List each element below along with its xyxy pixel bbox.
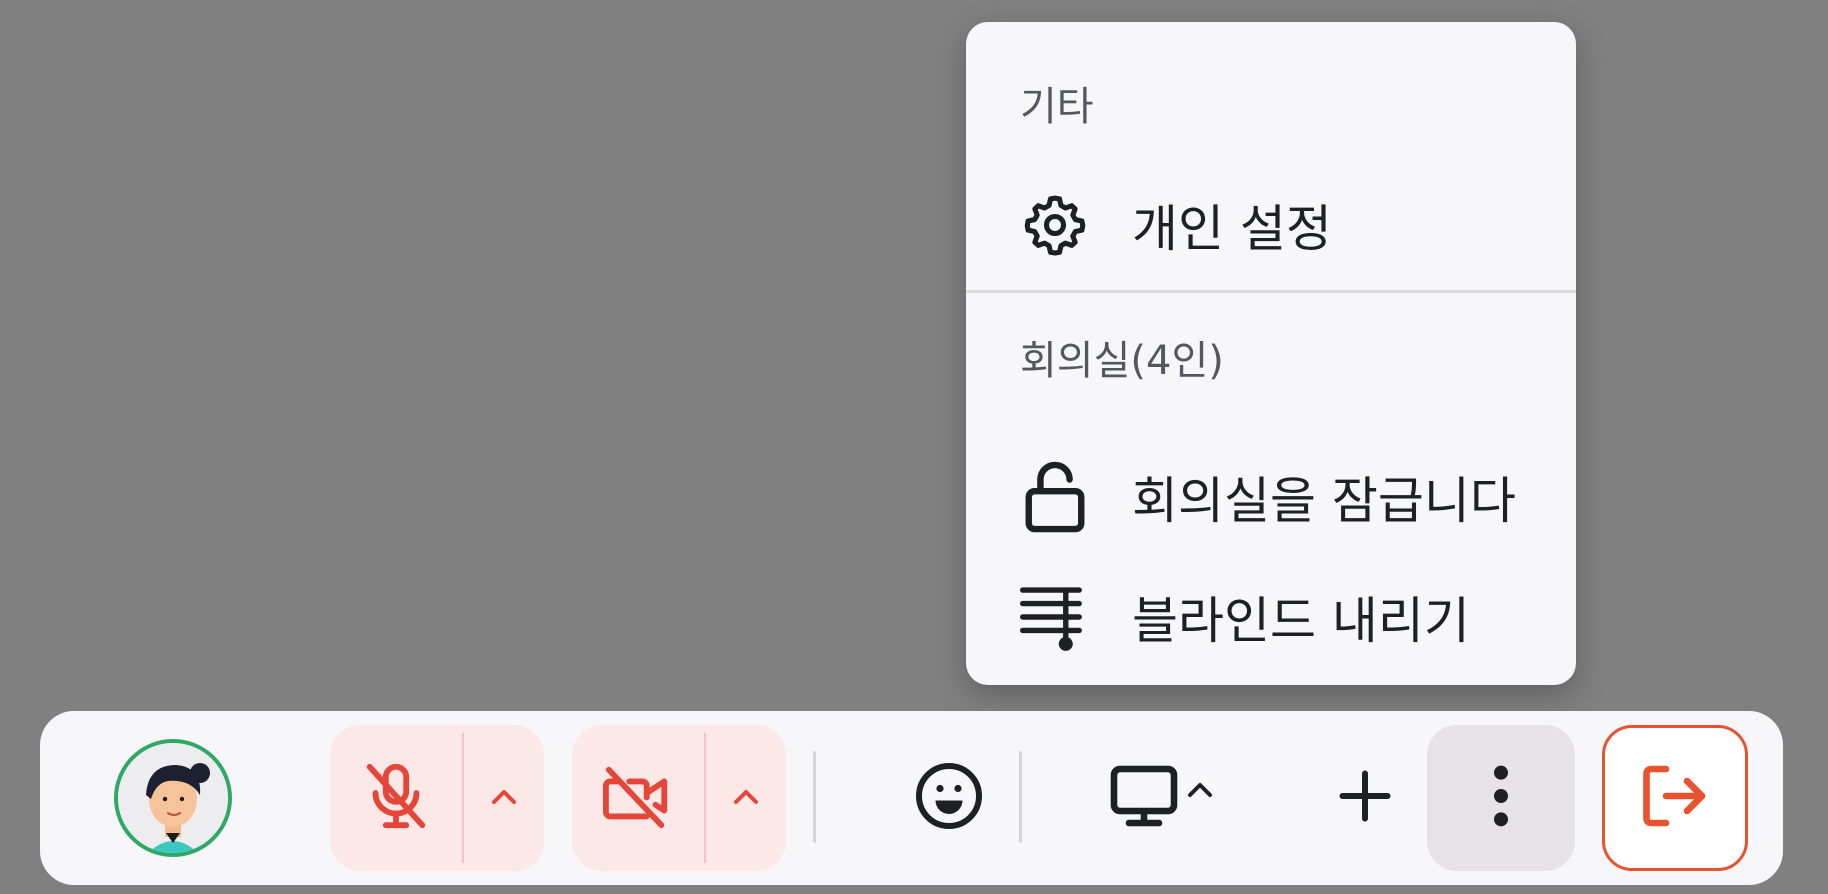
camera-toggle-button[interactable] — [572, 725, 704, 871]
meeting-toolbar — [40, 711, 1783, 885]
monitor-icon — [1106, 763, 1182, 833]
menu-item-label: 개인 설정 — [1132, 200, 1332, 258]
camera-control — [572, 725, 786, 871]
gear-icon — [1020, 190, 1090, 260]
add-button[interactable] — [1292, 725, 1438, 871]
camera-options-button[interactable] — [706, 725, 786, 871]
section-title-room: 회의실(4인) — [1020, 338, 1224, 384]
screen-share-button[interactable] — [1080, 725, 1240, 871]
reaction-button[interactable] — [876, 725, 1022, 871]
menu-item-lock-room[interactable]: 회의실을 잠급니다 — [1020, 452, 1540, 542]
user-avatar[interactable] — [114, 739, 232, 857]
mic-control — [330, 725, 544, 871]
chevron-up-icon — [490, 786, 518, 810]
more-options-button[interactable] — [1427, 725, 1575, 871]
mic-off-icon — [360, 758, 432, 838]
unlock-icon — [1020, 461, 1090, 533]
mic-toggle-button[interactable] — [330, 725, 462, 871]
more-options-menu: 기타 개인 설정 회의실(4인) 회의실을 잠급니다 블라인드 내리기 — [966, 22, 1576, 685]
chevron-up-icon — [732, 786, 760, 810]
emoji-icon — [913, 760, 985, 836]
more-vertical-icon — [1491, 761, 1511, 835]
blind-icon — [1020, 582, 1090, 652]
menu-item-personal-settings[interactable]: 개인 설정 — [1020, 180, 1540, 270]
menu-divider — [966, 290, 1576, 293]
section-title-other: 기타 — [1020, 84, 1094, 130]
camera-off-icon — [600, 761, 676, 835]
menu-item-label: 회의실을 잠급니다 — [1132, 472, 1516, 530]
avatar-illustration — [118, 743, 228, 853]
chevron-up-icon — [1186, 779, 1214, 803]
toolbar-divider — [1019, 751, 1022, 843]
leave-icon — [1639, 763, 1711, 833]
menu-item-lower-blind[interactable]: 블라인드 내리기 — [1020, 572, 1540, 662]
menu-item-label: 블라인드 내리기 — [1132, 592, 1470, 650]
leave-button[interactable] — [1602, 725, 1748, 871]
toolbar-divider — [813, 751, 816, 843]
plus-icon — [1335, 766, 1395, 830]
mic-options-button[interactable] — [464, 725, 544, 871]
